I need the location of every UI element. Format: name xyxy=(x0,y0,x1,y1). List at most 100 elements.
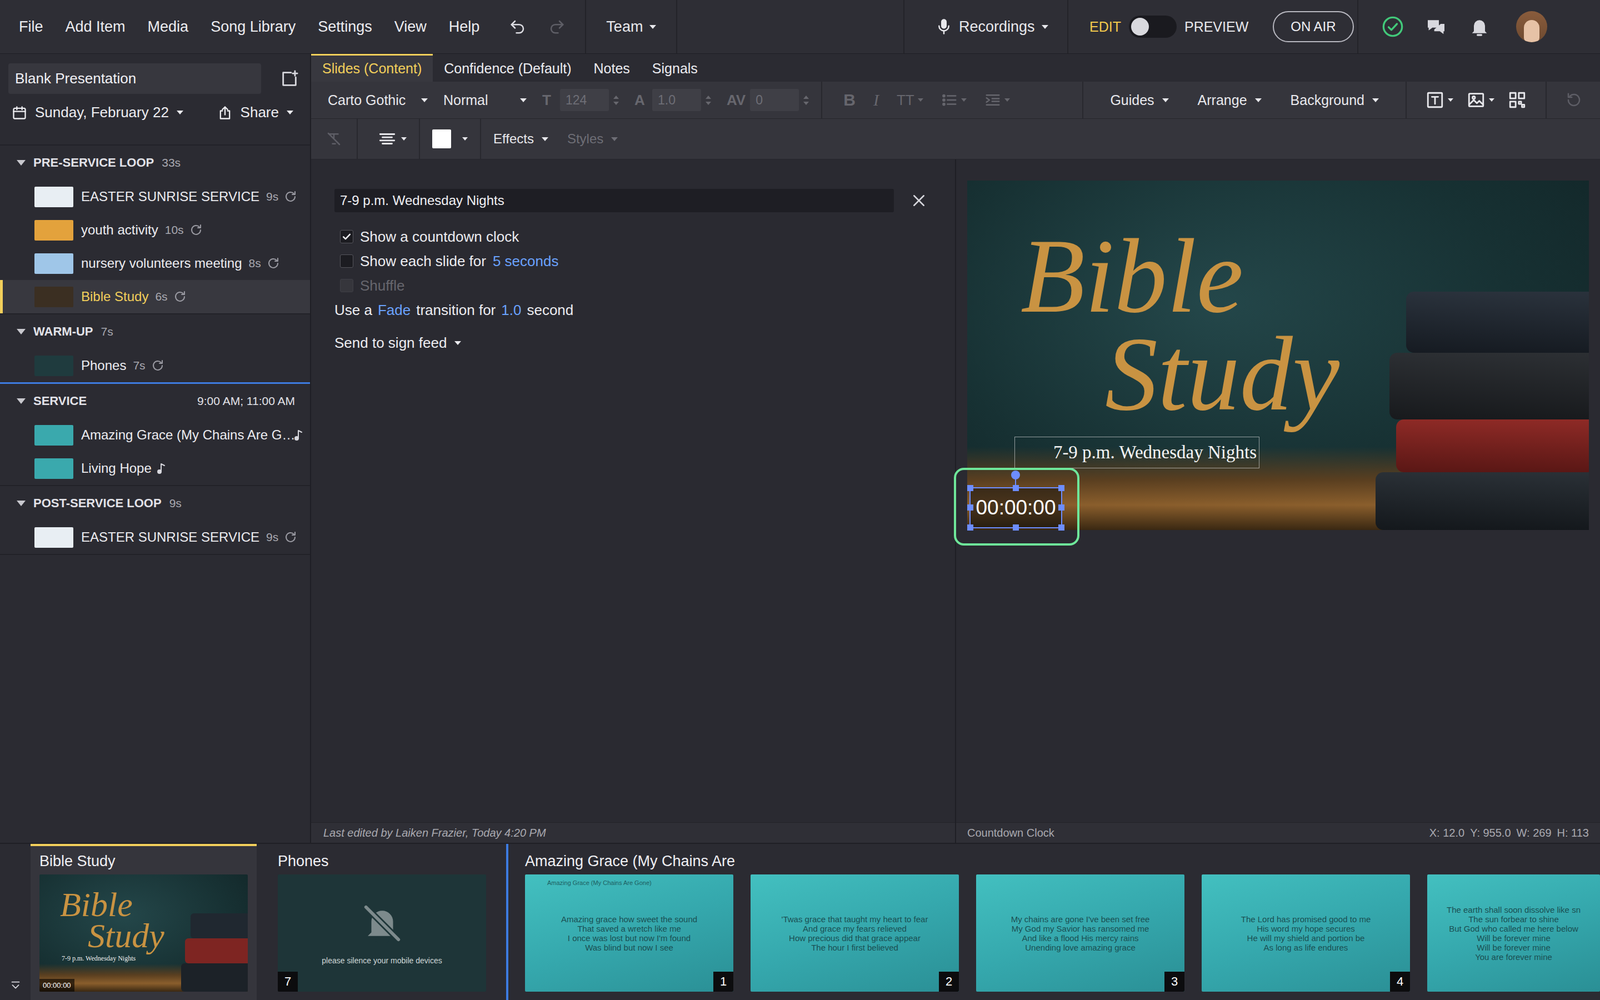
notifications-bell-icon[interactable] xyxy=(1468,15,1491,38)
menu-item[interactable]: Settings xyxy=(317,18,373,36)
user-avatar[interactable] xyxy=(1516,11,1548,43)
filmstrip-toggle[interactable] xyxy=(0,843,31,1000)
spinner-icon[interactable] xyxy=(803,95,809,105)
transition-duration-link[interactable]: 1.0 xyxy=(501,301,522,319)
format-button[interactable]: TT xyxy=(896,91,924,109)
resize-handle[interactable] xyxy=(967,485,974,492)
slide-thumbnail[interactable]: Bible Study7-9 p.m. Wednesday Nights00:0… xyxy=(39,874,248,992)
resize-handle[interactable] xyxy=(967,524,974,531)
insert-image-button[interactable] xyxy=(1466,90,1495,110)
section-header[interactable]: PRE-SERVICE LOOP33s xyxy=(0,145,310,180)
sidebar-item[interactable]: Phones7s xyxy=(0,348,310,383)
clear-formatting-button[interactable] xyxy=(311,118,358,159)
format-button[interactable] xyxy=(984,91,1010,109)
menu-item[interactable]: Media xyxy=(147,18,189,36)
slide-thumbnail[interactable]: 'Twas grace that taught my heart to fear… xyxy=(750,874,959,992)
effects-menu[interactable]: Effects xyxy=(493,131,549,147)
spinner-icon[interactable] xyxy=(705,95,712,105)
share-menu[interactable]: Share xyxy=(217,103,294,122)
filmstrip-group[interactable]: Amazing Grace (My Chains AreAmazing Grac… xyxy=(516,843,1600,1000)
menu-item[interactable]: File xyxy=(18,18,44,36)
slide-title[interactable]: Bible Study xyxy=(1020,227,1365,423)
resize-handle[interactable] xyxy=(1012,485,1019,492)
slide-thumbnail[interactable]: The earth shall soon dissolve like snThe… xyxy=(1427,874,1600,992)
menu-item[interactable]: Help xyxy=(448,18,480,36)
editor-tab[interactable]: Slides (Content) xyxy=(311,53,433,82)
spinner-icon[interactable] xyxy=(613,95,619,105)
transition-effect-link[interactable]: Fade xyxy=(377,301,411,319)
slide-thumbnail[interactable]: My chains are gone I've been set freeMy … xyxy=(976,874,1185,992)
team-menu[interactable]: Team xyxy=(585,0,678,54)
filmstrip-group[interactable]: Phonesplease silence your mobile devices… xyxy=(268,843,495,1000)
mode-toggle[interactable] xyxy=(1128,15,1177,38)
chat-icon[interactable] xyxy=(1425,15,1448,38)
sidebar-item[interactable]: nursery volunteers meeting8s xyxy=(0,246,310,280)
resize-handle[interactable] xyxy=(1058,524,1065,531)
edit-label[interactable]: EDIT xyxy=(1089,18,1122,35)
section-header[interactable]: SERVICE9:00 AM; 11:00 AM xyxy=(0,383,310,419)
rotate-handle[interactable] xyxy=(1011,470,1020,480)
sidebar-item[interactable]: Amazing Grace (My Chains Are G… xyxy=(0,418,310,452)
close-icon[interactable] xyxy=(910,192,928,209)
metric-input[interactable]: 0 xyxy=(750,88,799,112)
styles-menu[interactable]: Styles xyxy=(567,131,618,147)
metric-input[interactable]: 124 xyxy=(560,88,609,112)
resize-handle[interactable] xyxy=(1012,524,1019,531)
tool-menu[interactable]: Background xyxy=(1290,92,1379,109)
sidebar-item[interactable]: EASTER SUNRISE SERVICE9s xyxy=(0,520,310,554)
editor-tab[interactable]: Notes xyxy=(582,53,642,82)
sign-feed-menu[interactable]: Send to sign feed xyxy=(334,334,928,352)
reset-button[interactable] xyxy=(1565,91,1583,109)
slide-thumbnail[interactable]: The Lord has promised good to meHis word… xyxy=(1201,874,1410,992)
sidebar-item[interactable]: Living Hope xyxy=(0,451,310,485)
sidebar-item[interactable]: Bible Study6s xyxy=(0,280,310,314)
item-title-field[interactable]: 7-9 p.m. Wednesday Nights xyxy=(334,188,894,213)
undo-button[interactable] xyxy=(509,18,527,35)
checkbox[interactable] xyxy=(340,230,354,244)
checkbox[interactable] xyxy=(340,254,354,268)
font-family-select[interactable]: Carto Gothic xyxy=(327,92,428,109)
format-button[interactable]: I xyxy=(873,90,879,110)
expand-icon[interactable] xyxy=(16,398,26,404)
preview-label[interactable]: PREVIEW xyxy=(1184,18,1249,35)
presentation-name-field[interactable]: Blank Presentation xyxy=(8,63,262,94)
metric-field[interactable]: T124 xyxy=(542,88,619,112)
metric-input[interactable]: 1.0 xyxy=(652,88,702,112)
new-presentation-icon[interactable] xyxy=(280,69,299,89)
metric-field[interactable]: AV0 xyxy=(726,88,809,112)
insert-qr-button[interactable] xyxy=(1507,90,1527,110)
metric-field[interactable]: A1.0 xyxy=(634,88,712,112)
filmstrip-group[interactable]: Bible StudyBible Study7-9 p.m. Wednesday… xyxy=(30,843,257,1000)
tool-menu[interactable]: Arrange xyxy=(1197,92,1262,109)
font-weight-select[interactable]: Normal xyxy=(443,92,527,109)
expand-icon[interactable] xyxy=(16,160,26,166)
editor-tab[interactable]: Confidence (Default) xyxy=(432,53,583,82)
text-color-menu[interactable] xyxy=(432,129,468,149)
sidebar-item[interactable]: EASTER SUNRISE SERVICE9s xyxy=(0,180,310,214)
expand-icon[interactable] xyxy=(16,328,26,335)
slide-thumbnail[interactable]: please silence your mobile devices7 xyxy=(277,874,487,992)
on-air-button[interactable]: ON AIR xyxy=(1272,11,1354,43)
redo-button[interactable] xyxy=(548,18,565,35)
menu-item[interactable]: Add Item xyxy=(65,18,126,36)
insert-textbox-button[interactable] xyxy=(1425,90,1454,110)
format-button[interactable] xyxy=(941,91,967,109)
sidebar-item[interactable]: youth activity10s xyxy=(0,213,310,247)
editor-tab[interactable]: Signals xyxy=(641,53,709,82)
format-button[interactable]: B xyxy=(843,90,856,110)
recordings-menu[interactable]: Recordings xyxy=(903,0,1068,54)
status-check-icon[interactable] xyxy=(1381,15,1404,38)
resize-handle[interactable] xyxy=(1058,485,1065,492)
menu-item[interactable]: View xyxy=(394,18,427,36)
section-header[interactable]: WARM-UP7s xyxy=(0,314,310,349)
duration-link[interactable]: 5 seconds xyxy=(492,252,559,270)
resize-handle[interactable] xyxy=(967,504,974,511)
date-picker[interactable]: Sunday, February 22 xyxy=(11,103,184,122)
tool-menu[interactable]: Guides xyxy=(1110,92,1169,109)
resize-handle[interactable] xyxy=(1058,504,1065,511)
slide-thumbnail[interactable]: Amazing Grace (My Chains Are Gone)Amazin… xyxy=(525,874,734,992)
expand-icon[interactable] xyxy=(16,500,26,507)
subtitle-textbox[interactable]: 7-9 p.m. Wednesday Nights xyxy=(1014,436,1260,469)
countdown-clock[interactable]: 00:00:00 xyxy=(970,488,1062,528)
menu-item[interactable]: Song Library xyxy=(210,18,296,36)
